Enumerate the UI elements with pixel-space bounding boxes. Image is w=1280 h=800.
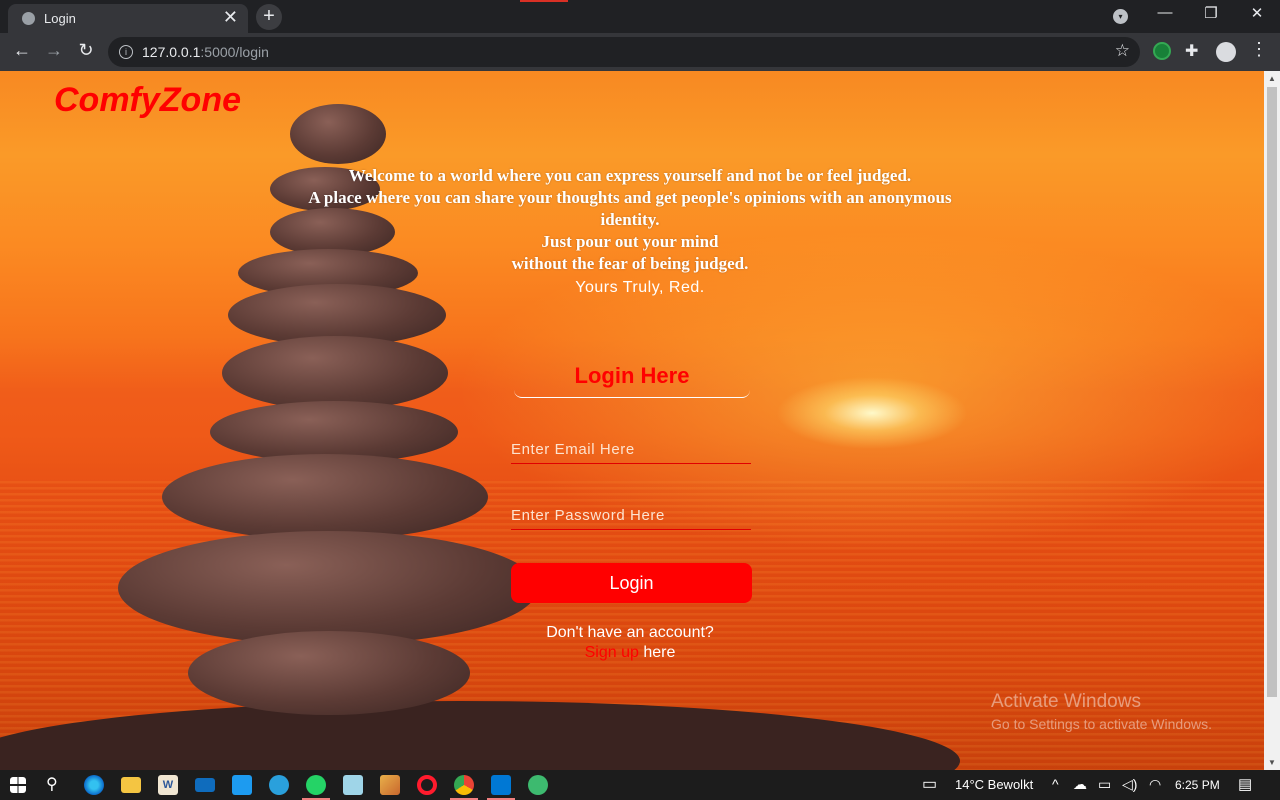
- paint-icon[interactable]: [380, 775, 400, 795]
- wifi-icon[interactable]: ◠: [1149, 776, 1161, 793]
- globe-icon: [22, 12, 35, 25]
- intro-text: Welcome to a world where you can express…: [290, 165, 970, 275]
- close-tab-icon[interactable]: ✕: [223, 7, 238, 28]
- windows-start-icon[interactable]: [10, 777, 26, 793]
- recording-indicator: [520, 0, 568, 2]
- menu-kebab-icon[interactable]: ⋮: [1250, 39, 1268, 60]
- reload-icon[interactable]: ↻: [73, 40, 99, 61]
- forward-arrow-icon[interactable]: →: [41, 40, 67, 61]
- signature: Yours Truly, Red.: [575, 279, 705, 296]
- close-window-icon[interactable]: ✕: [1234, 4, 1280, 22]
- opera-icon[interactable]: [417, 775, 437, 795]
- signup-prompt: Don't have an account? Sign up here: [480, 623, 780, 663]
- minimize-icon[interactable]: —: [1142, 4, 1188, 21]
- no-account-text: Don't have an account?: [546, 624, 714, 641]
- telegram-icon[interactable]: [269, 775, 289, 795]
- clock-text[interactable]: 6:25 PM: [1175, 778, 1220, 792]
- whatsapp-icon[interactable]: [302, 775, 330, 800]
- scroll-up-icon[interactable]: ▲: [1268, 74, 1276, 83]
- info-icon[interactable]: i: [119, 45, 133, 59]
- password-field[interactable]: [511, 501, 751, 530]
- intro-line: A place where you can share your thought…: [308, 188, 952, 229]
- login-heading: Login Here: [514, 363, 750, 398]
- page-viewport: ComfyZone Welcome to a world where you c…: [0, 71, 1264, 770]
- vpn-icon[interactable]: [528, 775, 548, 795]
- address-bar[interactable]: i 127.0.0.1:5000/login ☆: [108, 37, 1140, 67]
- bookmark-star-icon[interactable]: ☆: [1115, 41, 1130, 61]
- signup-line: Sign up here: [480, 643, 780, 663]
- word-icon[interactable]: W: [158, 775, 178, 795]
- chrome-icon[interactable]: [450, 775, 478, 800]
- puzzle-icon[interactable]: ✚: [1185, 41, 1203, 60]
- stone-10: [188, 631, 470, 715]
- login-button[interactable]: Login: [511, 563, 752, 603]
- extension-icon[interactable]: [1153, 42, 1171, 60]
- tray-chevron-icon[interactable]: ^: [1052, 776, 1059, 792]
- signup-suffix: here: [638, 644, 676, 661]
- url-path: :5000/login: [200, 44, 269, 60]
- battery-icon[interactable]: ▭: [1098, 776, 1111, 793]
- twitter-icon[interactable]: [232, 775, 252, 795]
- profile-avatar-icon[interactable]: [1216, 42, 1236, 62]
- new-tab-button[interactable]: +: [256, 4, 282, 30]
- intro-line: Welcome to a world where you can express…: [348, 166, 912, 185]
- tab-search-icon[interactable]: ▾: [1113, 9, 1128, 24]
- watermark-subtitle: Go to Settings to activate Windows.: [991, 716, 1212, 732]
- watermark-title: Activate Windows: [991, 691, 1141, 712]
- news-widget-icon[interactable]: ▭: [922, 774, 937, 794]
- scroll-thumb[interactable]: [1267, 87, 1277, 697]
- brand-logo[interactable]: ComfyZone: [54, 81, 241, 120]
- onedrive-icon[interactable]: ☁: [1073, 776, 1087, 793]
- search-icon[interactable]: ⚲: [46, 774, 66, 794]
- intro-line: without the fear of being judged.: [511, 254, 749, 273]
- url-host: 127.0.0.1: [142, 44, 201, 60]
- restore-icon[interactable]: ❐: [1188, 4, 1234, 22]
- notifications-icon[interactable]: ▤: [1238, 775, 1252, 793]
- browser-toolbar: ← → ↻ i 127.0.0.1:5000/login ☆ ✚ ⋮: [0, 33, 1280, 71]
- back-arrow-icon[interactable]: ←: [9, 40, 35, 61]
- url-text[interactable]: 127.0.0.1:5000/login: [142, 44, 269, 60]
- activate-windows-watermark: Activate Windows Go to Settings to activ…: [991, 691, 1212, 732]
- page-scrollbar[interactable]: ▲ ▼: [1264, 71, 1280, 770]
- browser-tab-strip: Login ✕ + ▾ — ❐ ✕: [0, 0, 1280, 33]
- scroll-down-icon[interactable]: ▼: [1268, 758, 1276, 767]
- weather-text[interactable]: 14°C Bewolkt: [955, 777, 1033, 792]
- notepad-icon[interactable]: [343, 775, 363, 795]
- signup-link[interactable]: Sign up: [585, 644, 639, 661]
- browser-tab-login[interactable]: Login ✕: [8, 4, 248, 33]
- volume-icon[interactable]: ◁): [1122, 776, 1137, 793]
- windows-taskbar: ⚲ W ▭ 14°C Bewolkt ^ ☁ ▭ ◁) ◠ 6:25 PM ▤: [0, 770, 1280, 800]
- email-field[interactable]: [511, 435, 751, 464]
- intro-line: Just pour out your mind: [541, 232, 719, 251]
- stone-1: [290, 104, 386, 164]
- stone-8: [162, 454, 488, 540]
- mail-icon[interactable]: [195, 778, 215, 792]
- tab-title: Login: [44, 11, 76, 26]
- edge-icon[interactable]: [84, 775, 104, 795]
- file-explorer-icon[interactable]: [121, 777, 141, 793]
- stone-9: [118, 531, 538, 645]
- stone-6: [222, 336, 448, 410]
- vscode-icon[interactable]: [487, 775, 515, 800]
